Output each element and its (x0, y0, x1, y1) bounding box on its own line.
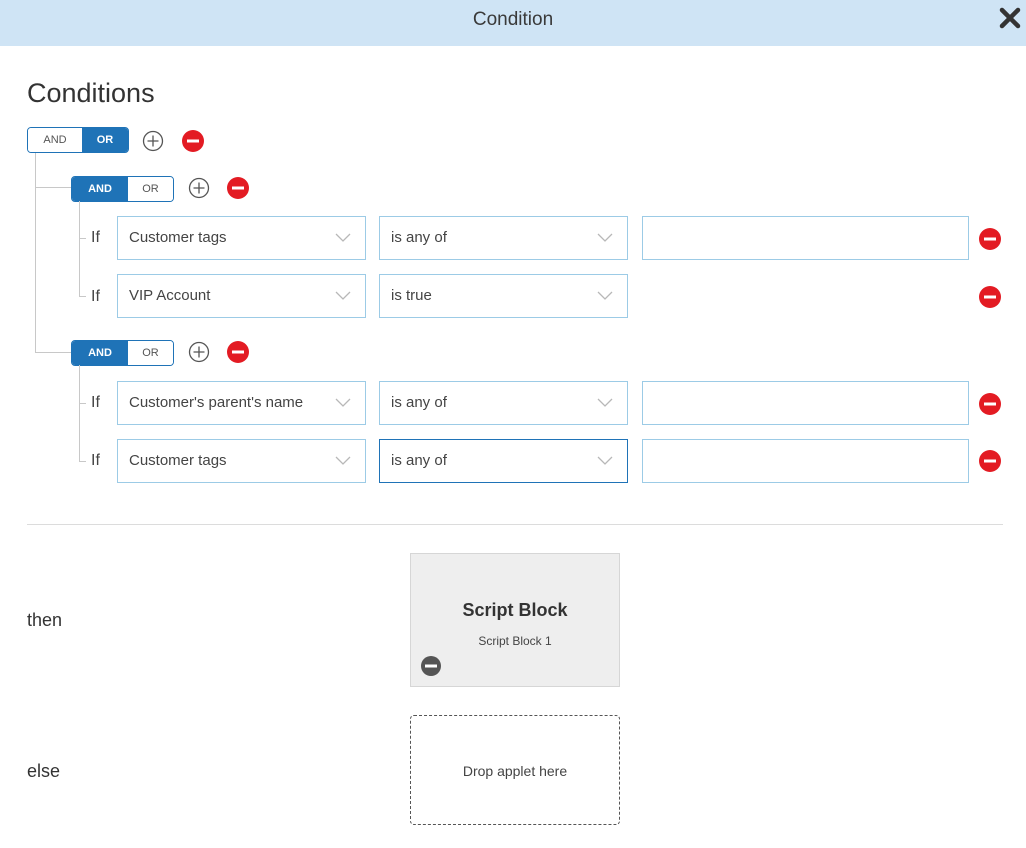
add-condition-icon[interactable] (188, 341, 210, 363)
tree-connector (35, 352, 71, 353)
tree-connector (79, 461, 86, 462)
add-condition-icon[interactable] (188, 177, 210, 199)
chevron-down-icon (335, 233, 351, 242)
operator-select-value: is any of (391, 394, 447, 411)
remove-group-icon[interactable] (227, 177, 249, 199)
remove-group-icon[interactable] (227, 341, 249, 363)
tree-connector (79, 365, 80, 461)
chevron-down-icon (597, 233, 613, 242)
tree-connector (35, 187, 71, 188)
remove-condition-icon[interactable] (979, 228, 1001, 250)
script-block-title: Script Block (462, 600, 568, 620)
tree-connector (79, 238, 86, 239)
value-input[interactable] (642, 439, 969, 483)
root-and-option[interactable]: AND (28, 128, 82, 152)
remove-group-icon[interactable] (182, 130, 204, 152)
chevron-down-icon (335, 291, 351, 300)
field-select[interactable]: Customer tags (117, 439, 366, 483)
close-icon (999, 7, 1021, 29)
group-and-option[interactable]: AND (72, 177, 128, 201)
value-input[interactable] (642, 381, 969, 425)
value-input[interactable] (642, 216, 969, 260)
chevron-down-icon (597, 291, 613, 300)
root-or-option[interactable]: OR (82, 128, 128, 152)
group-or-option[interactable]: OR (128, 341, 173, 365)
remove-condition-icon[interactable] (979, 393, 1001, 415)
then-label: then (27, 610, 63, 630)
root-and-or-toggle[interactable]: AND OR (27, 127, 129, 153)
tree-connector (79, 403, 86, 404)
dialog-header: Condition (0, 0, 1026, 46)
operator-select-value: is any of (391, 452, 447, 469)
chevron-down-icon (335, 456, 351, 465)
field-select-value: Customer tags (129, 229, 227, 246)
field-select-value: Customer tags (129, 452, 227, 469)
field-select-value: VIP Account (129, 287, 211, 304)
group-and-option[interactable]: AND (72, 341, 128, 365)
else-label: else (27, 761, 61, 781)
remove-condition-icon[interactable] (979, 286, 1001, 308)
tree-connector (79, 201, 80, 297)
operator-select-value: is true (391, 287, 432, 304)
group-and-or-toggle[interactable]: AND OR (71, 340, 174, 366)
operator-select[interactable]: is true (379, 274, 628, 318)
script-block-card[interactable]: Script Block Script Block 1 (410, 553, 620, 687)
operator-select[interactable]: is any of (379, 381, 628, 425)
if-label: If (91, 394, 100, 411)
if-label: If (91, 288, 100, 305)
if-label: If (91, 452, 100, 469)
tree-connector (35, 153, 36, 352)
add-condition-icon[interactable] (142, 130, 164, 152)
chevron-down-icon (597, 398, 613, 407)
field-select[interactable]: VIP Account (117, 274, 366, 318)
chevron-down-icon (597, 456, 613, 465)
applet-drop-zone[interactable]: Drop applet here (410, 715, 620, 825)
if-label: If (91, 229, 100, 246)
operator-select-value: is any of (391, 229, 447, 246)
operator-select[interactable]: is any of (379, 439, 628, 483)
conditions-heading: Conditions (27, 78, 155, 108)
operator-select[interactable]: is any of (379, 216, 628, 260)
dialog-title: Condition (472, 9, 554, 30)
script-block-subtitle: Script Block 1 (478, 634, 552, 648)
close-button[interactable] (998, 6, 1022, 30)
remove-condition-icon[interactable] (979, 450, 1001, 472)
remove-block-icon[interactable] (420, 655, 442, 677)
chevron-down-icon (335, 398, 351, 407)
field-select[interactable]: Customer's parent's name (117, 381, 366, 425)
group-or-option[interactable]: OR (128, 177, 173, 201)
group-and-or-toggle[interactable]: AND OR (71, 176, 174, 202)
section-divider (27, 524, 1003, 525)
field-select[interactable]: Customer tags (117, 216, 366, 260)
field-select-value: Customer's parent's name (129, 394, 304, 411)
drop-zone-text: Drop applet here (462, 763, 568, 779)
tree-connector (79, 296, 86, 297)
